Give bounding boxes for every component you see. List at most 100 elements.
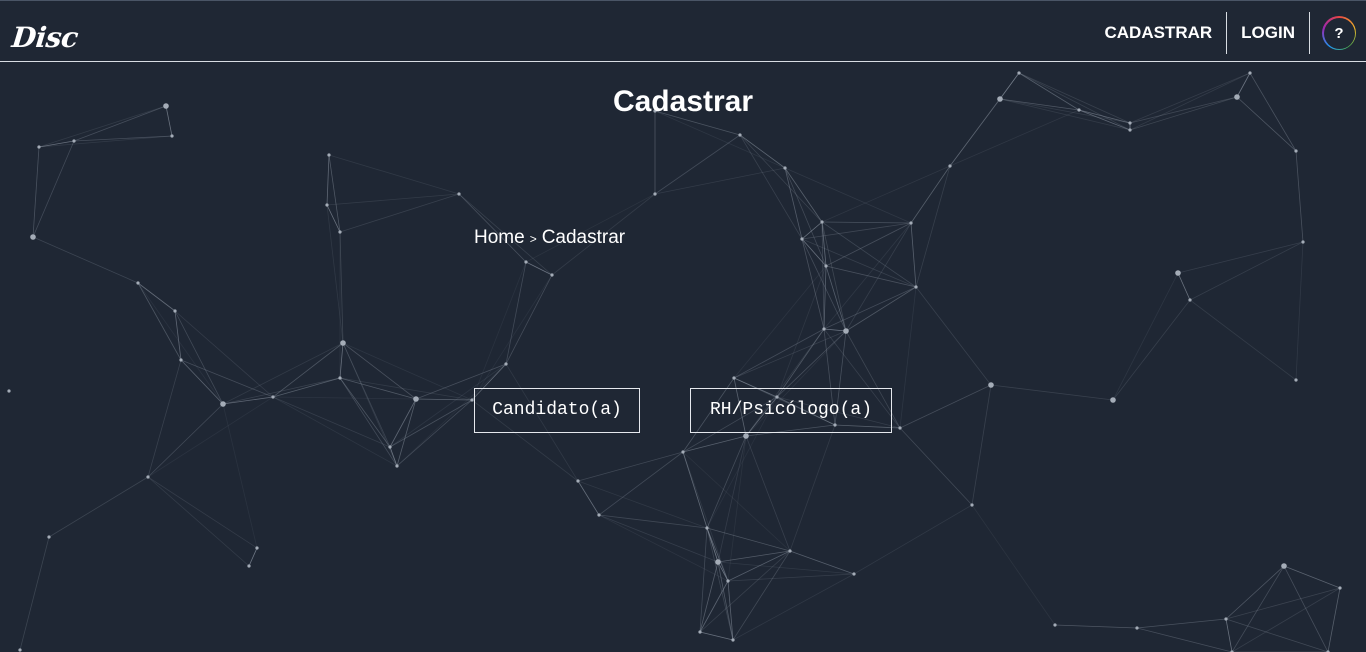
network-line (727, 580, 734, 641)
network-line (853, 504, 973, 575)
network-line (1136, 618, 1227, 629)
network-dot (732, 376, 736, 380)
network-dot (743, 433, 749, 439)
network-line (471, 274, 553, 401)
network-line (825, 265, 917, 288)
network-line (342, 342, 417, 400)
nav-register-link[interactable]: CADASTRAR (1090, 12, 1226, 54)
network-line (248, 547, 258, 567)
network-line (825, 265, 847, 332)
network-line (1327, 587, 1341, 652)
network-dot (247, 564, 251, 568)
network-line (180, 359, 224, 405)
network-line (174, 310, 182, 361)
network-line (1136, 627, 1233, 652)
network-line (339, 231, 344, 344)
network-dot (1338, 586, 1342, 590)
network-dot (395, 464, 399, 468)
network-line (174, 310, 274, 398)
network-dot (338, 376, 342, 380)
network-dot (524, 260, 528, 264)
breadcrumb-home-link[interactable]: Home (474, 227, 525, 249)
network-line (272, 342, 344, 398)
hr-psychologist-button[interactable]: RH/Psicólogo(a) (690, 388, 892, 433)
network-line (137, 282, 182, 361)
network-dot (783, 166, 787, 170)
network-line (1177, 241, 1304, 274)
network-dot (504, 362, 508, 366)
candidate-button[interactable]: Candidato(a) (474, 388, 640, 433)
network-line (1112, 272, 1179, 401)
network-dot (738, 133, 742, 137)
network-dot (1175, 270, 1181, 276)
network-dot (1128, 121, 1132, 125)
nav-login-link[interactable]: LOGIN (1227, 12, 1309, 54)
network-dot (726, 579, 730, 583)
network-dot (822, 327, 826, 331)
network-dot (988, 382, 994, 388)
network-line (326, 204, 344, 344)
network-dot (705, 526, 709, 530)
network-dot (550, 273, 554, 277)
network-dot (1281, 563, 1287, 569)
network-line (699, 580, 729, 633)
network-line (396, 398, 417, 467)
network-line (38, 135, 173, 148)
network-line (328, 154, 460, 195)
network-dot (413, 396, 419, 402)
network-line (1295, 150, 1304, 243)
network-line (272, 396, 417, 400)
network-dot (37, 145, 41, 149)
network-dot (47, 535, 51, 539)
network-line (339, 193, 460, 233)
network-dot (788, 549, 792, 553)
network-line (1231, 587, 1341, 652)
network-line (32, 140, 75, 238)
network-line (990, 384, 1114, 401)
network-line (174, 310, 224, 405)
network-line (147, 476, 258, 549)
network-dot (948, 164, 952, 168)
network-line (38, 140, 75, 148)
network-line (326, 193, 460, 206)
top-navbar: Disc CADASTRAR LOGIN ? (0, 0, 1366, 62)
network-line (222, 342, 344, 405)
network-line (845, 286, 917, 332)
logo[interactable]: Disc (10, 21, 79, 55)
network-line (699, 527, 708, 633)
network-line (1189, 241, 1304, 301)
network-line (789, 550, 855, 575)
help-button[interactable]: ? (1322, 16, 1356, 50)
network-dot (852, 572, 856, 576)
network-dot (843, 328, 849, 334)
network-dot (338, 230, 342, 234)
network-dot (820, 220, 824, 224)
nav-menu: CADASTRAR LOGIN ? (1090, 12, 1356, 54)
network-line (396, 399, 473, 467)
network-dot (1294, 149, 1298, 153)
network-dot (731, 638, 735, 642)
network-line (789, 424, 836, 552)
network-line (745, 435, 791, 552)
network-dot (388, 445, 392, 449)
breadcrumb-current: Cadastrar (541, 227, 626, 248)
network-dot (271, 395, 275, 399)
network-line (910, 222, 917, 288)
network-dot (653, 192, 657, 196)
network-line (577, 480, 708, 529)
network-dot (1017, 71, 1021, 75)
network-line (147, 476, 250, 567)
network-line (971, 504, 1056, 626)
network-line (339, 342, 344, 379)
breadcrumb: Home > Cadastrar (474, 227, 625, 250)
network-dot (800, 237, 804, 241)
help-icon: ? (1323, 17, 1355, 49)
network-line (415, 398, 473, 401)
network-line (577, 480, 600, 516)
network-dot (30, 234, 36, 240)
network-line (1112, 299, 1191, 401)
network-line (180, 359, 274, 398)
network-line (801, 238, 917, 288)
network-line (717, 561, 855, 575)
network-line (471, 261, 527, 401)
